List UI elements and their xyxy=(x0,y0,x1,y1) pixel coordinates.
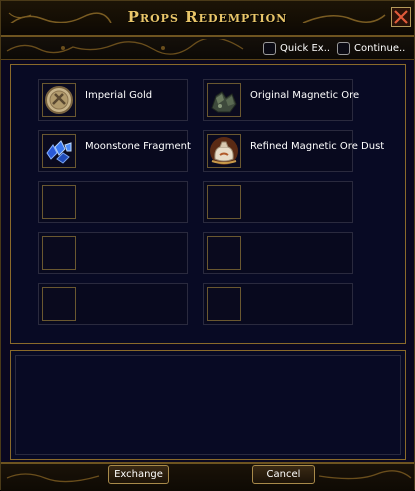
empty-slot-frame xyxy=(42,185,76,219)
empty-slot[interactable] xyxy=(38,181,188,223)
items-panel: Imperial Gold Original Magnetic Ore Moon… xyxy=(10,64,406,344)
quick-exchange-label: Quick Ex.. xyxy=(280,42,331,54)
empty-slot[interactable] xyxy=(38,283,188,325)
close-button[interactable] xyxy=(391,7,411,27)
imperial-gold-coin-icon xyxy=(42,83,76,117)
item-slot-imperial-gold[interactable]: Imperial Gold xyxy=(38,79,188,121)
item-slot-moonstone-fragment[interactable]: Moonstone Fragment xyxy=(38,130,191,172)
ornament-bottom-left xyxy=(6,473,100,483)
cancel-button[interactable]: Cancel xyxy=(252,465,315,484)
item-label-imperial-gold: Imperial Gold xyxy=(85,90,153,101)
empty-slot-frame xyxy=(207,236,241,270)
empty-slot-frame xyxy=(42,287,76,321)
ornament-bottom-right xyxy=(318,470,412,480)
ornament-scroll xyxy=(6,39,244,55)
window-title: Props Redemption xyxy=(127,8,288,26)
item-slot-refined-magnetic-ore-dust[interactable]: Refined Magnetic Ore Dust xyxy=(203,130,384,172)
quick-exchange-checkbox[interactable] xyxy=(263,41,276,55)
empty-slot-frame xyxy=(207,185,241,219)
item-label-moonstone-fragment: Moonstone Fragment xyxy=(85,141,191,152)
bottom-bar xyxy=(1,462,414,491)
description-panel xyxy=(10,350,406,460)
ore-dust-sack-icon xyxy=(207,134,241,168)
magnetic-ore-icon xyxy=(207,83,241,117)
quick-exchange-option[interactable]: Quick Ex.. xyxy=(263,40,330,56)
description-area xyxy=(15,355,401,455)
empty-slot[interactable] xyxy=(203,283,353,325)
props-redemption-window: Props Redemption Quick Ex.. Continue.. I… xyxy=(0,0,415,491)
empty-slot-frame xyxy=(207,287,241,321)
empty-slot[interactable] xyxy=(203,232,353,274)
close-icon xyxy=(394,10,408,24)
moonstone-fragment-icon xyxy=(42,134,76,168)
continue-label: Continue.. xyxy=(354,42,406,54)
item-label-refined-magnetic-ore-dust: Refined Magnetic Ore Dust xyxy=(250,141,385,152)
empty-slot[interactable] xyxy=(38,232,188,274)
continue-checkbox[interactable] xyxy=(337,41,350,55)
title-bar[interactable]: Props Redemption xyxy=(1,1,414,37)
continue-option[interactable]: Continue.. xyxy=(337,40,405,56)
empty-slot[interactable] xyxy=(203,181,353,223)
options-bar: Quick Ex.. Continue.. xyxy=(1,37,414,60)
exchange-button[interactable]: Exchange xyxy=(108,465,169,484)
item-label-original-magnetic-ore: Original Magnetic Ore xyxy=(250,90,360,101)
item-slot-original-magnetic-ore[interactable]: Original Magnetic Ore xyxy=(203,79,359,121)
empty-slot-frame xyxy=(42,236,76,270)
